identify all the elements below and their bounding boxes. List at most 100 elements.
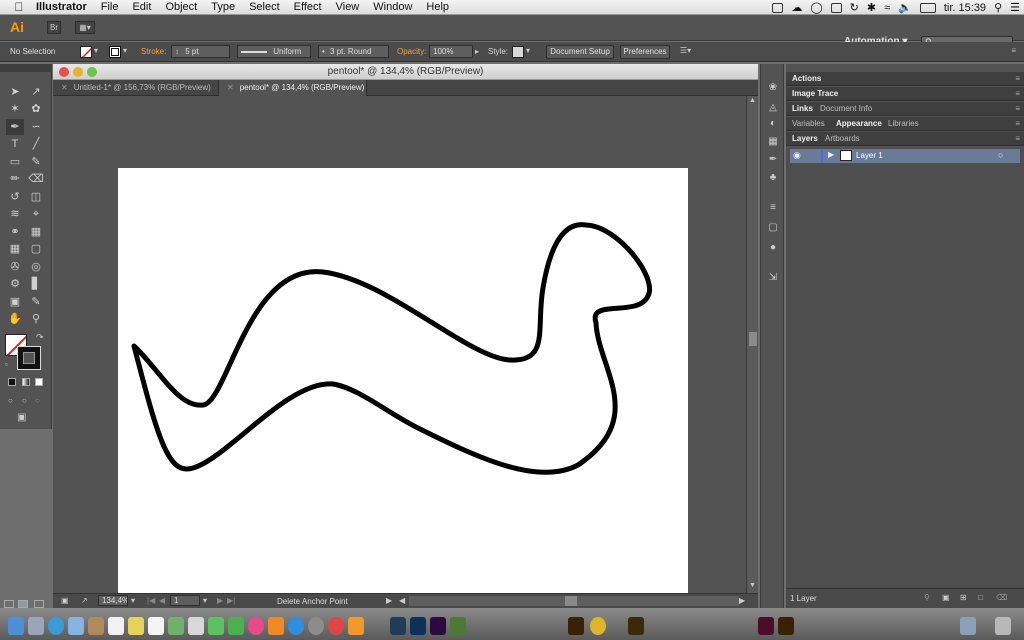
appearance-panel-header[interactable]: Variables Appearance Libraries ≡ <box>786 117 1024 131</box>
chrome-dock-icon[interactable] <box>590 617 606 635</box>
scroll-down-icon[interactable]: ▼ <box>749 582 756 589</box>
layer-name[interactable]: Layer 1 <box>856 151 883 160</box>
maps-dock-icon[interactable] <box>168 617 184 635</box>
zoom-field[interactable]: 134,4% <box>98 595 128 606</box>
brushes-dock-icon[interactable]: ✒ <box>767 154 779 166</box>
layers-panel-header[interactable]: Layers Artboards ≡ <box>786 132 1024 146</box>
artboard-tool-icon[interactable]: ▣ <box>6 294 24 310</box>
eraser-tool-icon[interactable]: ⌫ <box>27 171 45 187</box>
creative-cloud-icon[interactable]: ☁ <box>791 1 802 14</box>
menu-effect[interactable]: Effect <box>287 1 329 13</box>
swap-colors-icon[interactable]: ↷ <box>36 332 44 343</box>
export-dock-icon[interactable]: ⇲ <box>767 272 779 284</box>
app-store-dock-icon[interactable] <box>288 617 304 635</box>
indesign-dock-icon[interactable] <box>758 617 774 635</box>
preferences-button[interactable]: Preferences <box>620 45 670 59</box>
vertical-scrollbar[interactable]: ▲ ▼ <box>746 96 758 593</box>
minimize-window-icon[interactable] <box>73 67 83 77</box>
image-trace-panel-header[interactable]: Image Trace ≡ <box>786 87 1024 101</box>
screen-mode-icon[interactable]: ▣ <box>17 412 26 423</box>
stroke-stepper-icon[interactable]: ↕ <box>175 47 179 56</box>
column-graph-tool-icon[interactable]: ▋ <box>27 276 45 292</box>
tab-appearance[interactable]: Appearance <box>836 119 882 128</box>
panel-menu-icon[interactable]: ≡ <box>1015 119 1020 128</box>
variable-width-profile[interactable]: Uniform <box>237 45 311 58</box>
clock[interactable]: tir. 15:39 <box>944 2 986 14</box>
new-sublayer-icon[interactable]: ⊞ <box>960 593 967 602</box>
draw-inside-icon[interactable]: ○ <box>35 396 40 405</box>
launchpad-dock-icon[interactable] <box>28 617 44 635</box>
locate-object-icon[interactable]: ⚲ <box>924 593 930 602</box>
artboards-dock-icon[interactable]: ▦ <box>767 136 779 148</box>
new-layer-icon[interactable]: □ <box>978 593 983 602</box>
stroke-dropdown-icon[interactable]: ▾ <box>123 46 127 55</box>
notification-center-icon[interactable]: ☰ <box>1010 1 1020 14</box>
canvas-area[interactable] <box>53 96 746 593</box>
tray-app-icon[interactable] <box>772 2 784 13</box>
magic-wand-tool-icon[interactable]: ✶ <box>6 101 24 117</box>
direct-selection-tool-icon[interactable]: ↗ <box>27 84 45 100</box>
stroke-color-box[interactable] <box>17 346 41 370</box>
hscroll-right-icon[interactable]: ▶ <box>739 596 745 605</box>
tab-variables[interactable]: Variables <box>792 119 825 128</box>
panel-menu-icon[interactable]: ≡ <box>1015 74 1020 83</box>
notes-dock-icon[interactable] <box>128 617 144 635</box>
bluetooth-icon[interactable]: ✱ <box>867 1 876 14</box>
opacity-arrow-icon[interactable]: ▸ <box>475 47 479 56</box>
pen-tool-icon[interactable]: ✒ <box>6 119 24 135</box>
status-text[interactable]: Delete Anchor Point <box>277 597 348 606</box>
stroke-weight-field[interactable]: ↕ 5 pt <box>171 45 230 58</box>
expand-layer-icon[interactable]: ▶ <box>828 150 834 159</box>
artboard-number-field[interactable]: 1 <box>170 595 200 606</box>
tab-actions[interactable]: Actions <box>792 74 821 83</box>
default-colors-icon[interactable]: ▫ <box>5 360 8 369</box>
calendar-dock-icon[interactable] <box>108 617 124 635</box>
symbols-dock-icon[interactable]: ♣ <box>767 172 779 184</box>
arrange-documents-icon[interactable]: ▦▾ <box>75 21 95 34</box>
gradient-dock-icon[interactable]: ▢ <box>767 222 779 234</box>
shape-builder-tool-icon[interactable]: ⚭ <box>6 224 24 240</box>
fill-swatch[interactable] <box>80 46 92 58</box>
photos-dock-icon[interactable] <box>188 617 204 635</box>
status-arrow-icon[interactable]: ▶ <box>386 596 392 605</box>
horizontal-scroll-thumb[interactable] <box>565 596 577 606</box>
menu-file[interactable]: File <box>94 1 126 13</box>
prev-artboard-icon[interactable]: ◀ <box>159 596 165 605</box>
menu-window[interactable]: Window <box>366 1 419 13</box>
control-panel-menu-icon[interactable]: ≡ <box>1011 46 1016 55</box>
perspective-grid-tool-icon[interactable]: ▦ <box>27 224 45 240</box>
zoom-window-icon[interactable] <box>87 67 97 77</box>
gradient-mode-icon[interactable] <box>22 378 30 386</box>
facetime-dock-icon[interactable] <box>228 617 244 635</box>
delete-layer-icon[interactable]: ⌫ <box>996 593 1007 602</box>
color-mode-icon[interactable] <box>8 378 16 386</box>
hand-tool-icon[interactable]: ✋ <box>6 311 24 327</box>
horizontal-scrollbar[interactable] <box>409 596 739 606</box>
tab-document-info[interactable]: Document Info <box>820 104 872 113</box>
finder-dock-icon[interactable] <box>8 617 24 635</box>
sync-icon[interactable]: ◯ <box>810 1 822 14</box>
layers-dock-icon[interactable]: ◬ <box>767 102 779 114</box>
messages-dock-icon[interactable] <box>208 617 224 635</box>
vertical-scroll-thumb[interactable] <box>749 332 757 346</box>
paintbrush-tool-icon[interactable]: ✎ <box>27 154 45 170</box>
actions-panel-header[interactable]: Actions ≡ <box>786 72 1024 86</box>
arrange-icon[interactable]: ☰▾ <box>680 46 691 55</box>
rectangle-tool-icon[interactable]: ▭ <box>6 154 24 170</box>
warp-tool-icon[interactable]: ≋ <box>6 206 24 222</box>
tab-image-trace[interactable]: Image Trace <box>792 89 838 98</box>
visibility-eye-icon[interactable]: ◉ <box>793 150 801 161</box>
scale-tool-icon[interactable]: ◫ <box>27 189 45 205</box>
slice-tool-icon[interactable]: ✎ <box>27 294 45 310</box>
transparency-dock-icon[interactable]: ◐ <box>767 118 779 130</box>
selection-tool-icon[interactable]: ➤ <box>6 84 24 100</box>
menu-type[interactable]: Type <box>204 1 242 13</box>
pen-path-artwork[interactable] <box>118 168 688 593</box>
opacity-label[interactable]: Opacity: <box>397 47 426 56</box>
draw-normal-icon[interactable]: ○ <box>8 396 13 405</box>
first-artboard-icon[interactable]: |◀ <box>147 596 155 605</box>
last-artboard-icon[interactable]: ▶| <box>227 596 235 605</box>
mesh-tool-icon[interactable]: ▦ <box>6 241 24 257</box>
time-machine-icon[interactable]: ↻ <box>850 1 859 14</box>
eyedropper-tool-icon[interactable]: ✇ <box>6 259 24 275</box>
